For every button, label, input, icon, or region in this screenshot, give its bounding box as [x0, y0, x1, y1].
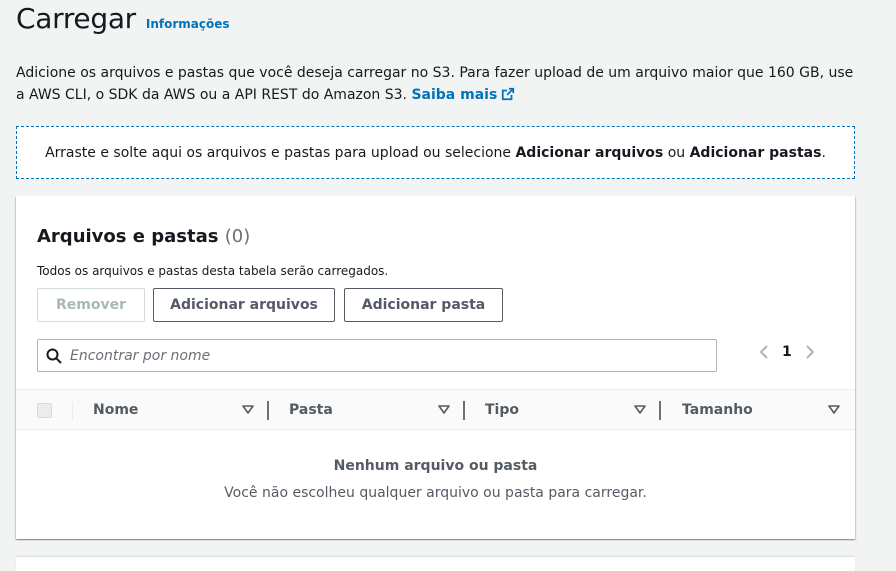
intro-text: Adicione os arquivos e pastas que você d…	[16, 62, 856, 106]
dropzone-suffix: .	[821, 144, 826, 161]
add-folder-button[interactable]: Adicionar pasta	[344, 288, 503, 322]
empty-state-description: Você não escolheu qualquer arquivo ou pa…	[224, 485, 647, 501]
panel-title-text: Arquivos e pastas	[37, 226, 219, 247]
caret-down-icon[interactable]	[438, 405, 450, 415]
panel-description: Todos os arquivos e pastas desta tabela …	[37, 264, 389, 278]
dropzone-text: Arraste e solte aqui os arquivos e pasta…	[45, 145, 826, 161]
column-header-tipo[interactable]: Tipo	[485, 402, 519, 418]
caret-down-icon[interactable]	[828, 405, 840, 415]
dropzone-add-files: Adicionar arquivos	[515, 144, 664, 161]
external-link-icon	[502, 87, 515, 101]
column-header-tamanho[interactable]: Tamanho	[682, 402, 753, 418]
search-input[interactable]	[70, 347, 670, 364]
empty-state-title: Nenhum arquivo ou pasta	[333, 458, 538, 474]
upload-dropzone[interactable]: Arraste e solte aqui os arquivos e pasta…	[16, 126, 855, 179]
add-files-button[interactable]: Adicionar arquivos	[153, 288, 335, 322]
search-field[interactable]	[37, 339, 717, 372]
page-header: Carregar Informações	[16, 2, 230, 35]
file-count: (0)	[224, 226, 251, 247]
dropzone-middle: ou	[663, 144, 690, 161]
chevron-right-icon[interactable]	[804, 344, 816, 360]
chevron-left-icon[interactable]	[758, 344, 770, 360]
column-header-pasta[interactable]: Pasta	[289, 402, 333, 418]
column-header-nome[interactable]: Nome	[93, 402, 138, 418]
remove-button[interactable]: Remover	[37, 288, 145, 322]
learn-more-label: Saiba mais	[411, 87, 498, 103]
info-link[interactable]: Informações	[146, 17, 230, 31]
learn-more-link[interactable]: Saiba mais	[411, 87, 515, 103]
column-resizer[interactable]	[267, 401, 269, 420]
page-number[interactable]: 1	[782, 344, 792, 360]
dropzone-add-folders: Adicionar pastas	[689, 144, 822, 161]
files-panel: Arquivos e pastas (0) Todos os arquivos …	[16, 196, 855, 539]
search-icon	[46, 348, 62, 364]
panel-title: Arquivos e pastas (0)	[37, 226, 250, 247]
caret-down-icon[interactable]	[634, 405, 646, 415]
column-divider	[72, 402, 73, 420]
table-header: Nome Pasta Tipo Tamanho	[16, 389, 855, 430]
next-panel	[16, 557, 855, 571]
pagination: 1	[758, 344, 816, 360]
column-resizer[interactable]	[463, 401, 465, 420]
column-resizer[interactable]	[659, 401, 661, 420]
select-all-checkbox[interactable]	[37, 403, 52, 418]
dropzone-prefix: Arraste e solte aqui os arquivos e pasta…	[45, 144, 516, 161]
caret-down-icon[interactable]	[242, 405, 254, 415]
page-title: Carregar	[16, 2, 136, 35]
